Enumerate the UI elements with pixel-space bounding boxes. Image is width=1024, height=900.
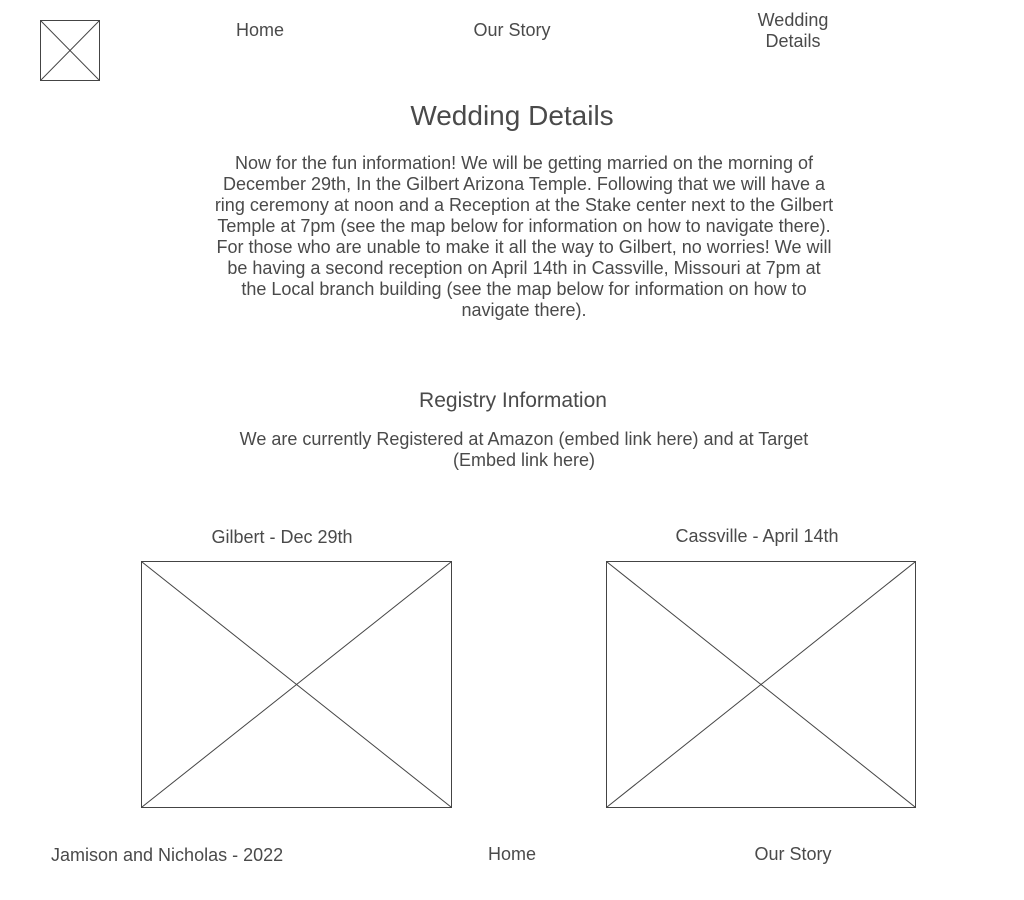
footer-copyright: Jamison and Nicholas - 2022: [51, 845, 284, 865]
logo-image[interactable]: [40, 20, 100, 81]
map-placeholder-icon: [142, 562, 451, 807]
gilbert-map[interactable]: [141, 561, 452, 808]
footer-home-link[interactable]: Home: [462, 844, 562, 865]
map-placeholder-icon: [607, 562, 915, 807]
nav-our-story-link[interactable]: Our Story: [452, 20, 572, 41]
cassville-map[interactable]: [606, 561, 916, 808]
nav-wedding-details-line1: Wedding: [757, 10, 829, 30]
footer-our-story-link[interactable]: Our Story: [733, 844, 853, 865]
nav-home-link[interactable]: Home: [210, 20, 310, 41]
nav-wedding-details-line2: Details: [765, 31, 821, 51]
wedding-details-paragraph: Now for the fun information! We will be …: [214, 153, 834, 320]
registry-title: Registry Information: [419, 389, 607, 412]
cassville-map-caption: Cassville - April 14th: [675, 526, 839, 546]
registry-text: We are currently Registered at Amazon (e…: [239, 429, 809, 470]
image-placeholder-icon: [41, 21, 99, 80]
page-title: Wedding Details: [410, 100, 614, 131]
nav-wedding-details-link[interactable]: Wedding Details: [733, 10, 853, 52]
gilbert-map-caption: Gilbert - Dec 29th: [211, 527, 353, 547]
